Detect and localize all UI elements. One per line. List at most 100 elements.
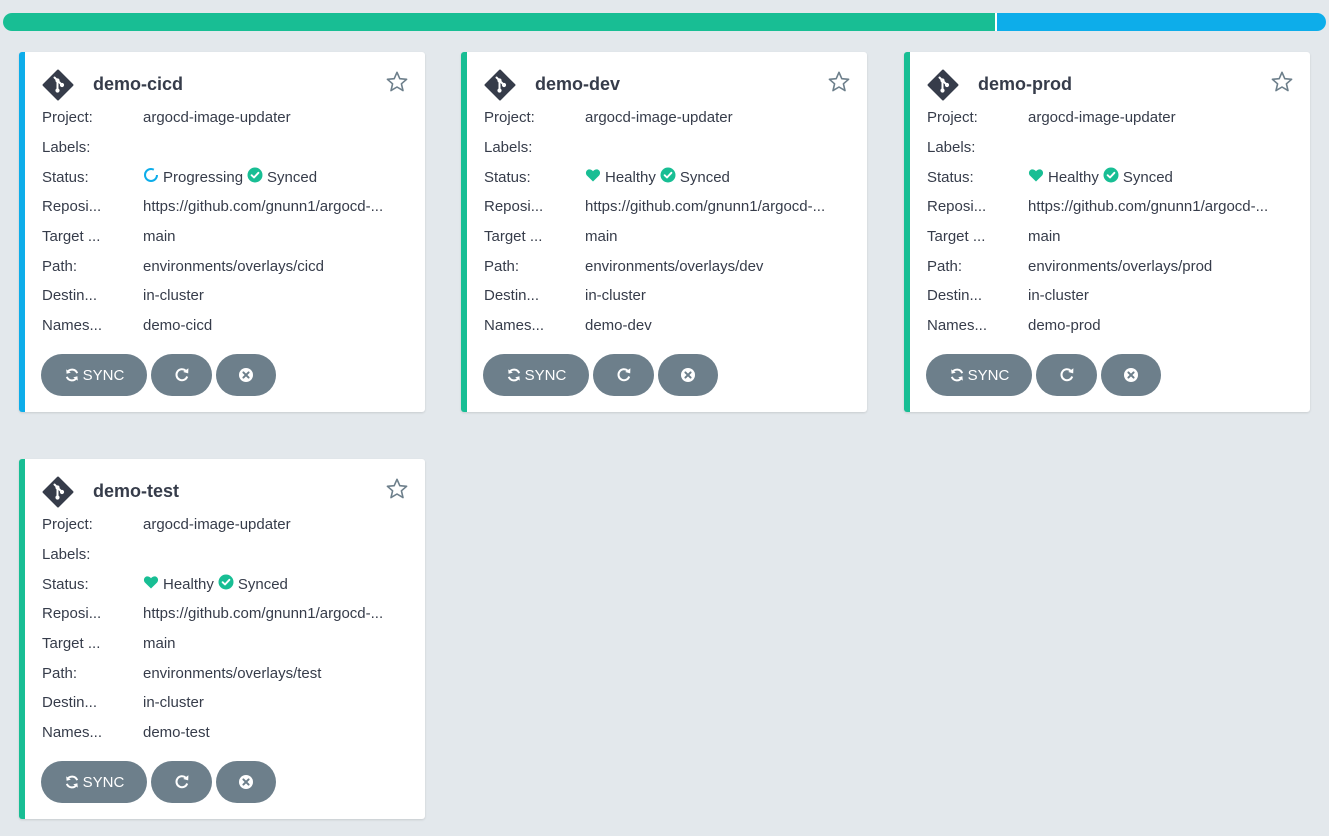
application-tile-demo-test[interactable]: demo-test Project: argocd-image-updater … bbox=[19, 459, 425, 819]
status-value: Healthy Synced bbox=[1028, 167, 1294, 187]
path-label: Path: bbox=[484, 257, 520, 275]
sync-button[interactable]: SYNC bbox=[41, 761, 147, 803]
delete-button[interactable] bbox=[658, 354, 718, 396]
project-value: argocd-image-updater bbox=[585, 109, 733, 127]
project-label: Project: bbox=[42, 516, 93, 534]
target-label: Target ... bbox=[42, 228, 101, 246]
app-name[interactable]: demo-test bbox=[93, 481, 179, 502]
refresh-icon bbox=[174, 774, 190, 790]
project-row: Project: argocd-image-updater bbox=[42, 103, 409, 133]
status-label: Status: bbox=[927, 168, 974, 186]
status-row: Status: Healthy Synced bbox=[42, 569, 409, 599]
namespace-row: Names... demo-dev bbox=[484, 311, 851, 341]
status-value: Healthy Synced bbox=[585, 167, 851, 187]
refresh-button[interactable] bbox=[151, 354, 212, 396]
target-value: main bbox=[1028, 228, 1061, 246]
target-label: Target ... bbox=[927, 228, 986, 246]
target-row: Target ... main bbox=[484, 222, 851, 252]
check-circle-icon bbox=[660, 167, 676, 187]
destination-value: in-cluster bbox=[1028, 287, 1089, 305]
star-icon[interactable] bbox=[385, 477, 409, 501]
namespace-label: Names... bbox=[42, 724, 103, 742]
sync-icon bbox=[64, 367, 80, 383]
path-row: Path: environments/overlays/dev bbox=[484, 251, 851, 281]
star-icon[interactable] bbox=[827, 70, 851, 94]
path-row: Path: environments/overlays/prod bbox=[927, 251, 1294, 281]
path-row: Path: environments/overlays/cicd bbox=[42, 251, 409, 281]
app-details: Project: argocd-image-updater Labels: St… bbox=[927, 103, 1294, 341]
tile-actions: SYNC bbox=[41, 761, 280, 803]
tile-actions: SYNC bbox=[926, 354, 1165, 396]
labels-label: Labels: bbox=[42, 546, 91, 564]
sync-button[interactable]: SYNC bbox=[926, 354, 1032, 396]
refresh-button[interactable] bbox=[593, 354, 654, 396]
project-value: argocd-image-updater bbox=[1028, 109, 1176, 127]
namespace-label: Names... bbox=[42, 317, 103, 335]
health-status: Healthy bbox=[163, 575, 214, 593]
status-label: Status: bbox=[42, 575, 89, 593]
refresh-icon bbox=[616, 367, 632, 383]
health-status: Healthy bbox=[1048, 168, 1099, 186]
destination-row: Destin... in-cluster bbox=[42, 281, 409, 311]
tile-actions: SYNC bbox=[483, 354, 722, 396]
delete-button[interactable] bbox=[216, 761, 276, 803]
git-icon bbox=[42, 476, 74, 508]
times-circle-icon bbox=[238, 367, 254, 383]
status-row: Status: Healthy Synced bbox=[927, 162, 1294, 192]
sync-button[interactable]: SYNC bbox=[41, 354, 147, 396]
namespace-value: demo-dev bbox=[585, 317, 652, 335]
application-tile-demo-dev[interactable]: demo-dev Project: argocd-image-updater L… bbox=[461, 52, 867, 412]
refresh-button[interactable] bbox=[1036, 354, 1097, 396]
delete-button[interactable] bbox=[216, 354, 276, 396]
app-name[interactable]: demo-cicd bbox=[93, 74, 183, 95]
app-details: Project: argocd-image-updater Labels: St… bbox=[42, 103, 409, 341]
times-circle-icon bbox=[1123, 367, 1139, 383]
refresh-icon bbox=[174, 367, 190, 383]
namespace-value: demo-cicd bbox=[143, 317, 213, 335]
repository-value[interactable]: https://github.com/gnunn1/argocd-... bbox=[143, 605, 409, 622]
delete-button[interactable] bbox=[1101, 354, 1161, 396]
project-label: Project: bbox=[927, 109, 978, 127]
destination-value: in-cluster bbox=[143, 287, 204, 305]
repository-value[interactable]: https://github.com/gnunn1/argocd-... bbox=[1028, 198, 1294, 215]
target-value: main bbox=[585, 228, 618, 246]
star-icon[interactable] bbox=[1270, 70, 1294, 94]
tile-header: demo-prod bbox=[927, 69, 1294, 101]
status-label: Status: bbox=[484, 168, 531, 186]
refresh-button[interactable] bbox=[151, 761, 212, 803]
destination-row: Destin... in-cluster bbox=[484, 281, 851, 311]
sync-button-label: SYNC bbox=[82, 773, 125, 791]
path-label: Path: bbox=[927, 257, 963, 275]
health-status: Healthy bbox=[605, 168, 656, 186]
tile-actions: SYNC bbox=[41, 354, 280, 396]
sync-status: Synced bbox=[267, 168, 318, 186]
star-icon[interactable] bbox=[385, 70, 409, 94]
path-value: environments/overlays/dev bbox=[585, 257, 764, 275]
repository-value[interactable]: https://github.com/gnunn1/argocd-... bbox=[585, 198, 851, 215]
repository-row: Reposi... https://github.com/gnunn1/argo… bbox=[42, 192, 409, 222]
project-value: argocd-image-updater bbox=[143, 516, 291, 534]
refresh-icon bbox=[1059, 367, 1075, 383]
project-row: Project: argocd-image-updater bbox=[927, 103, 1294, 133]
times-circle-icon bbox=[238, 774, 254, 790]
project-label: Project: bbox=[42, 109, 93, 127]
heart-icon bbox=[143, 574, 159, 594]
sync-icon bbox=[949, 367, 965, 383]
status-row: Status: Healthy Synced bbox=[484, 162, 851, 192]
labels-row: Labels: bbox=[484, 133, 851, 163]
app-name[interactable]: demo-prod bbox=[978, 74, 1072, 95]
status-label: Status: bbox=[42, 168, 89, 186]
check-circle-icon bbox=[1103, 167, 1119, 187]
destination-value: in-cluster bbox=[585, 287, 646, 305]
application-tile-demo-cicd[interactable]: demo-cicd Project: argocd-image-updater … bbox=[19, 52, 425, 412]
health-status: Progressing bbox=[163, 168, 244, 186]
target-row: Target ... main bbox=[42, 629, 409, 659]
namespace-value: demo-test bbox=[143, 724, 210, 742]
application-tile-demo-prod[interactable]: demo-prod Project: argocd-image-updater … bbox=[904, 52, 1310, 412]
namespace-row: Names... demo-test bbox=[42, 718, 409, 748]
sync-button[interactable]: SYNC bbox=[483, 354, 589, 396]
repository-value[interactable]: https://github.com/gnunn1/argocd-... bbox=[143, 198, 409, 215]
status-summary-bar bbox=[3, 13, 1326, 31]
app-name[interactable]: demo-dev bbox=[535, 74, 620, 95]
path-value: environments/overlays/cicd bbox=[143, 257, 324, 275]
